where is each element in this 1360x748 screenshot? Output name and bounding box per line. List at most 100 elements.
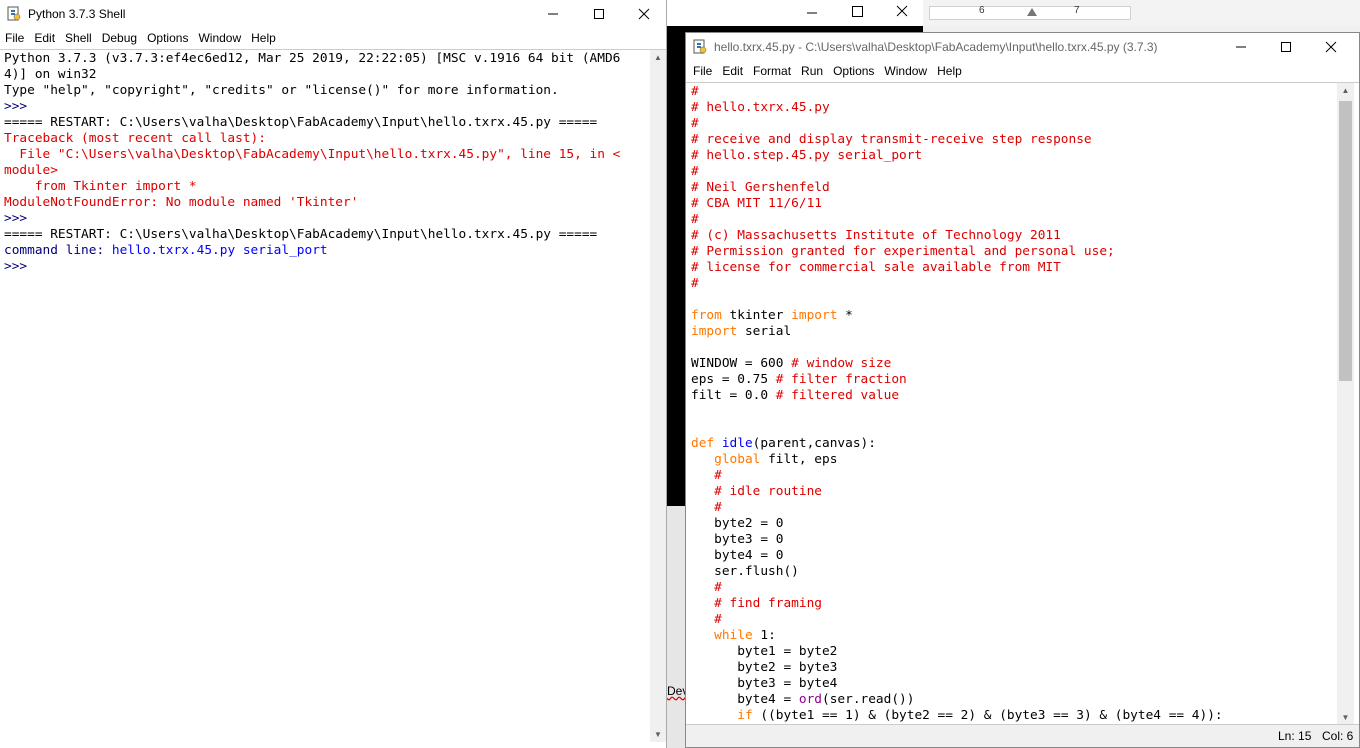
shell-menubar: File Edit Shell Debug Options Window Hel… <box>0 28 666 48</box>
code-token: import <box>691 324 738 339</box>
shell-title: Python 3.7.3 Shell <box>28 7 126 21</box>
code-token: filt = 0.0 <box>691 388 776 403</box>
code-token: Python 3.7.3 (v3.7.3:ef4ec6ed12, Mar 25 … <box>4 51 621 66</box>
code-token: filt, eps <box>760 452 838 467</box>
code-line: # license for commercial sale available … <box>691 260 1335 276</box>
minimize-icon[interactable] <box>797 4 827 20</box>
shell-menu-shell[interactable]: Shell <box>60 31 97 45</box>
close-icon[interactable] <box>887 4 917 20</box>
shell-menu-file[interactable]: File <box>0 31 29 45</box>
code-token: * <box>837 308 853 323</box>
minimize-icon <box>1236 46 1246 48</box>
code-token: while <box>714 628 753 643</box>
code-line: # <box>691 276 1335 292</box>
code-line: # hello.txrx.45.py <box>691 100 1335 116</box>
editor-title: hello.txrx.45.py - C:\Users\valha\Deskto… <box>714 40 1158 54</box>
editor-statusbar: Ln: 15 Col: 6 <box>686 724 1359 747</box>
shell-output-line: ===== RESTART: C:\Users\valha\Desktop\Fa… <box>4 227 646 243</box>
editor-minimize-button[interactable] <box>1218 33 1264 61</box>
code-line: # receive and display transmit-receive s… <box>691 132 1335 148</box>
code-token: # Neil Gershenfeld <box>691 180 830 195</box>
shell-scrollbar[interactable]: ▲ ▼ <box>650 50 666 742</box>
code-token: # hello.step.45.py serial_port <box>691 148 923 163</box>
editor-menu-help[interactable]: Help <box>932 64 967 78</box>
minimize-icon <box>548 13 558 15</box>
editor-menu-window[interactable]: Window <box>879 64 932 78</box>
editor-scrollbar[interactable]: ▲ ▼ <box>1337 83 1354 725</box>
editor-menu-format[interactable]: Format <box>748 64 796 78</box>
code-token: # <box>691 84 699 99</box>
code-token: byte4 = <box>691 692 799 707</box>
code-token: # license for commercial sale available … <box>691 260 1061 275</box>
status-line: Ln: 15 <box>1278 729 1312 743</box>
code-line: byte3 = byte4 <box>691 676 1335 692</box>
shell-menu-help[interactable]: Help <box>246 31 281 45</box>
code-token: ord <box>798 692 822 707</box>
code-token: # hello.txrx.45.py <box>691 100 830 115</box>
code-line: def idle(parent,canvas): <box>691 436 1335 452</box>
code-line: byte3 = 0 <box>691 532 1335 548</box>
code-token: 1: <box>752 628 776 643</box>
scroll-down-icon[interactable]: ▼ <box>650 730 666 739</box>
shell-menu-edit[interactable]: Edit <box>29 31 60 45</box>
shell-output-text[interactable]: Python 3.7.3 (v3.7.3:ef4ec6ed12, Mar 25 … <box>4 51 646 741</box>
code-token: def <box>691 436 715 451</box>
code-token: # find framing <box>691 596 822 611</box>
shell-minimize-button[interactable] <box>530 0 576 28</box>
code-token: global <box>714 452 761 467</box>
code-line: # find framing <box>691 596 1335 612</box>
shell-output-line: >>> <box>4 211 646 227</box>
code-line: from tkinter import * <box>691 308 1335 324</box>
code-token: ===== RESTART: C:\Users\valha\Desktop\Fa… <box>4 115 598 130</box>
editor-menubar: File Edit Format Run Options Window Help <box>686 61 1359 81</box>
editor-menu-options[interactable]: Options <box>828 64 879 78</box>
editor-menu-edit[interactable]: Edit <box>717 64 748 78</box>
code-line: filt = 0.0 # filtered value <box>691 388 1335 404</box>
editor-menu-run[interactable]: Run <box>796 64 828 78</box>
code-line: # <box>691 500 1335 516</box>
shell-output-line: Traceback (most recent call last): <box>4 131 646 147</box>
code-line: # <box>691 580 1335 596</box>
code-token: WINDOW = 600 <box>691 356 792 371</box>
shell-maximize-button[interactable] <box>576 0 622 28</box>
ruler-label-6: 6 <box>979 5 985 16</box>
shell-output-line: File "C:\Users\valha\Desktop\FabAcademy\… <box>4 147 646 163</box>
code-line: WINDOW = 600 # window size <box>691 356 1335 372</box>
code-token: # CBA MIT 11/6/11 <box>691 196 822 211</box>
code-token: # Permission granted for experimental an… <box>691 244 1115 259</box>
code-token: # <box>691 612 722 627</box>
shell-window: Python 3.7.3 Shell File Edit Shell Debug… <box>0 0 667 748</box>
background-ruler: 6 7 <box>923 0 1360 26</box>
editor-titlebar: hello.txrx.45.py - C:\Users\valha\Deskto… <box>686 33 1359 61</box>
code-line: ser.flush() <box>691 564 1335 580</box>
scroll-up-icon[interactable]: ▲ <box>650 53 666 62</box>
shell-output-line: module> <box>4 163 646 179</box>
code-token: # window size <box>791 356 892 371</box>
python-file-icon <box>693 39 707 54</box>
editor-close-button[interactable] <box>1308 33 1354 61</box>
maximize-icon <box>594 9 604 19</box>
shell-menu-options[interactable]: Options <box>142 31 193 45</box>
code-token: byte1 = byte2 <box>691 644 838 659</box>
editor-menu-file[interactable]: File <box>688 64 717 78</box>
code-token: # (c) Massachusetts Institute of Technol… <box>691 228 1061 243</box>
editor-scroll-thumb[interactable] <box>1339 101 1352 381</box>
code-line: byte2 = byte3 <box>691 660 1335 676</box>
ruler-indent-marker-icon[interactable] <box>1027 8 1037 16</box>
close-icon <box>638 8 650 20</box>
editor-code-text[interactable]: # # hello.txrx.45.py # # receive and displa… <box>691 84 1335 724</box>
maximize-icon[interactable] <box>842 4 872 20</box>
scroll-down-icon[interactable]: ▼ <box>1337 713 1354 722</box>
shell-close-button[interactable] <box>621 0 667 28</box>
code-line: import serial <box>691 324 1335 340</box>
shell-menu-debug[interactable]: Debug <box>97 31 142 45</box>
code-token: # receive and display transmit-receive s… <box>691 132 1092 147</box>
shell-menu-window[interactable]: Window <box>193 31 246 45</box>
editor-maximize-button[interactable] <box>1263 33 1309 61</box>
scroll-up-icon[interactable]: ▲ <box>1337 86 1354 95</box>
code-token: # <box>691 116 699 131</box>
code-token: tkinter <box>721 308 792 323</box>
